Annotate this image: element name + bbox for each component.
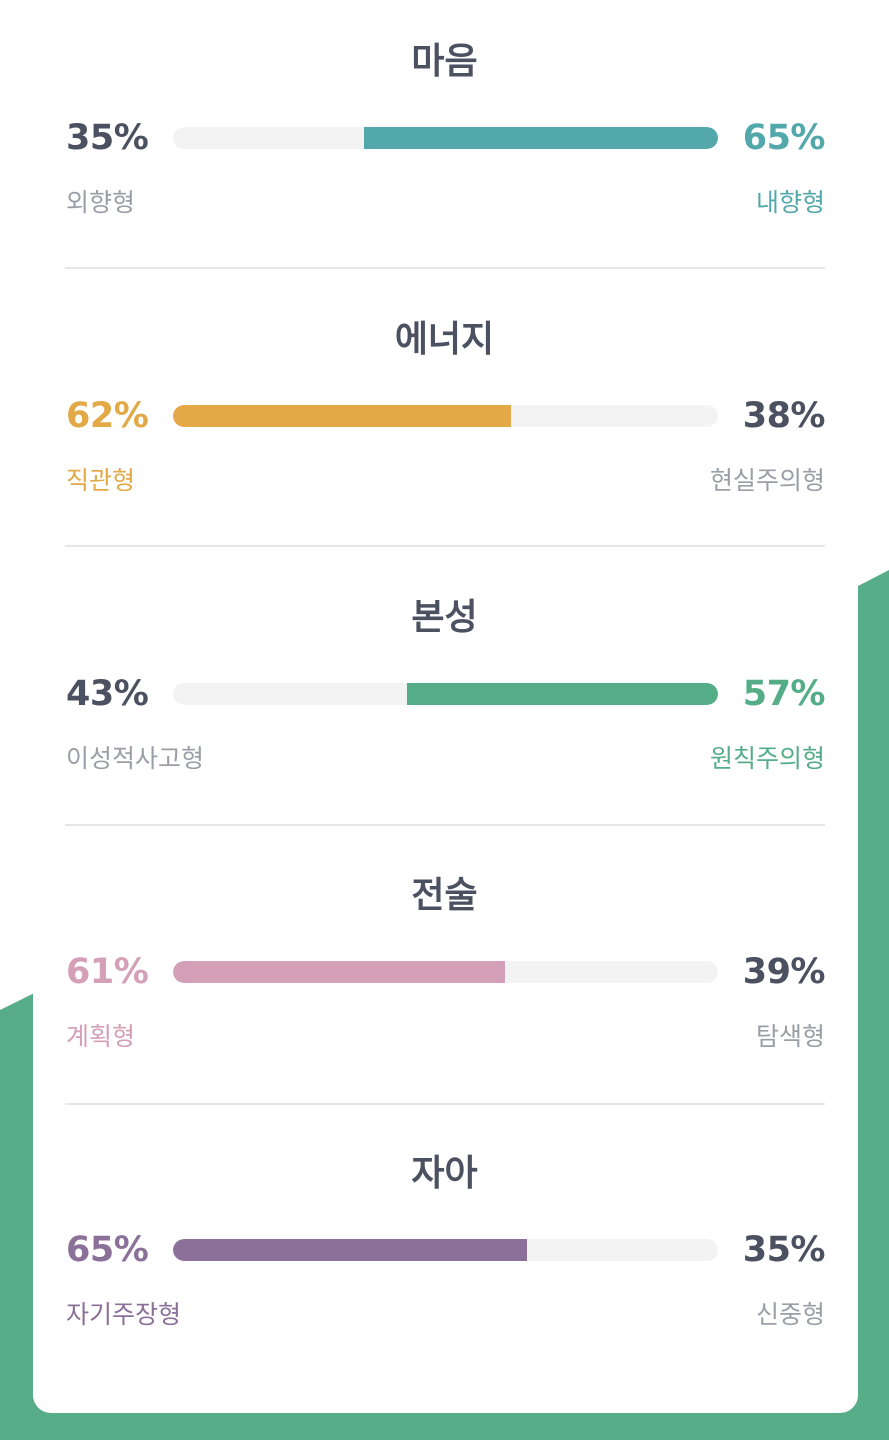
- trait-section-identity: 자아 65% 35% 자기주장형 신중형: [0, 1112, 889, 1390]
- left-percent: 65%: [66, 1230, 149, 1270]
- right-trait-label: 원칙주의형: [709, 744, 825, 773]
- right-trait-label: 내향형: [755, 188, 825, 217]
- section-title: 자아: [411, 1153, 478, 1194]
- left-percent: 43%: [66, 674, 149, 714]
- progress-fill: [363, 127, 718, 149]
- section-title: 전술: [411, 875, 478, 916]
- right-percent: 38%: [742, 396, 826, 436]
- progress-track: [173, 961, 718, 983]
- progress-track: [173, 405, 718, 427]
- right-percent: 57%: [742, 674, 826, 714]
- section-title: 본성: [411, 597, 478, 638]
- right-trait-label: 탐색형: [755, 1022, 825, 1051]
- right-percent: 65%: [742, 118, 826, 158]
- right-percent: 39%: [742, 952, 826, 992]
- progress-track: [173, 1239, 718, 1261]
- section-divider: [65, 545, 825, 547]
- left-trait-label: 외향형: [66, 188, 136, 217]
- right-trait-label: 현실주의형: [709, 466, 825, 495]
- left-trait-label: 직관형: [66, 466, 136, 495]
- trait-section-tactics: 전술 61% 39% 계획형 탐색형: [0, 834, 889, 1112]
- section-divider: [65, 824, 825, 826]
- trait-section-energy: 에너지 62% 38% 직관형 현실주의형: [0, 278, 889, 556]
- section-title: 마음: [411, 41, 478, 82]
- progress-fill: [173, 405, 511, 427]
- left-percent: 61%: [66, 952, 149, 992]
- trait-section-nature: 본성 43% 57% 이성적사고형 원칙주의형: [0, 556, 889, 834]
- left-percent: 35%: [66, 118, 149, 158]
- trait-section-mind: 마음 35% 65% 외향형 내향형: [0, 0, 889, 278]
- progress-fill: [173, 961, 506, 983]
- progress-track: [173, 683, 718, 705]
- left-trait-label: 이성적사고형: [66, 744, 205, 773]
- left-percent: 62%: [66, 396, 149, 436]
- right-percent: 35%: [742, 1230, 826, 1270]
- section-title: 에너지: [394, 319, 495, 360]
- section-divider: [65, 267, 825, 269]
- progress-fill: [407, 683, 718, 705]
- progress-fill: [173, 1239, 528, 1261]
- left-trait-label: 계획형: [66, 1022, 136, 1051]
- section-divider: [65, 1103, 825, 1105]
- left-trait-label: 자기주장형: [66, 1300, 182, 1329]
- progress-track: [173, 127, 718, 149]
- right-trait-label: 신중형: [755, 1300, 825, 1329]
